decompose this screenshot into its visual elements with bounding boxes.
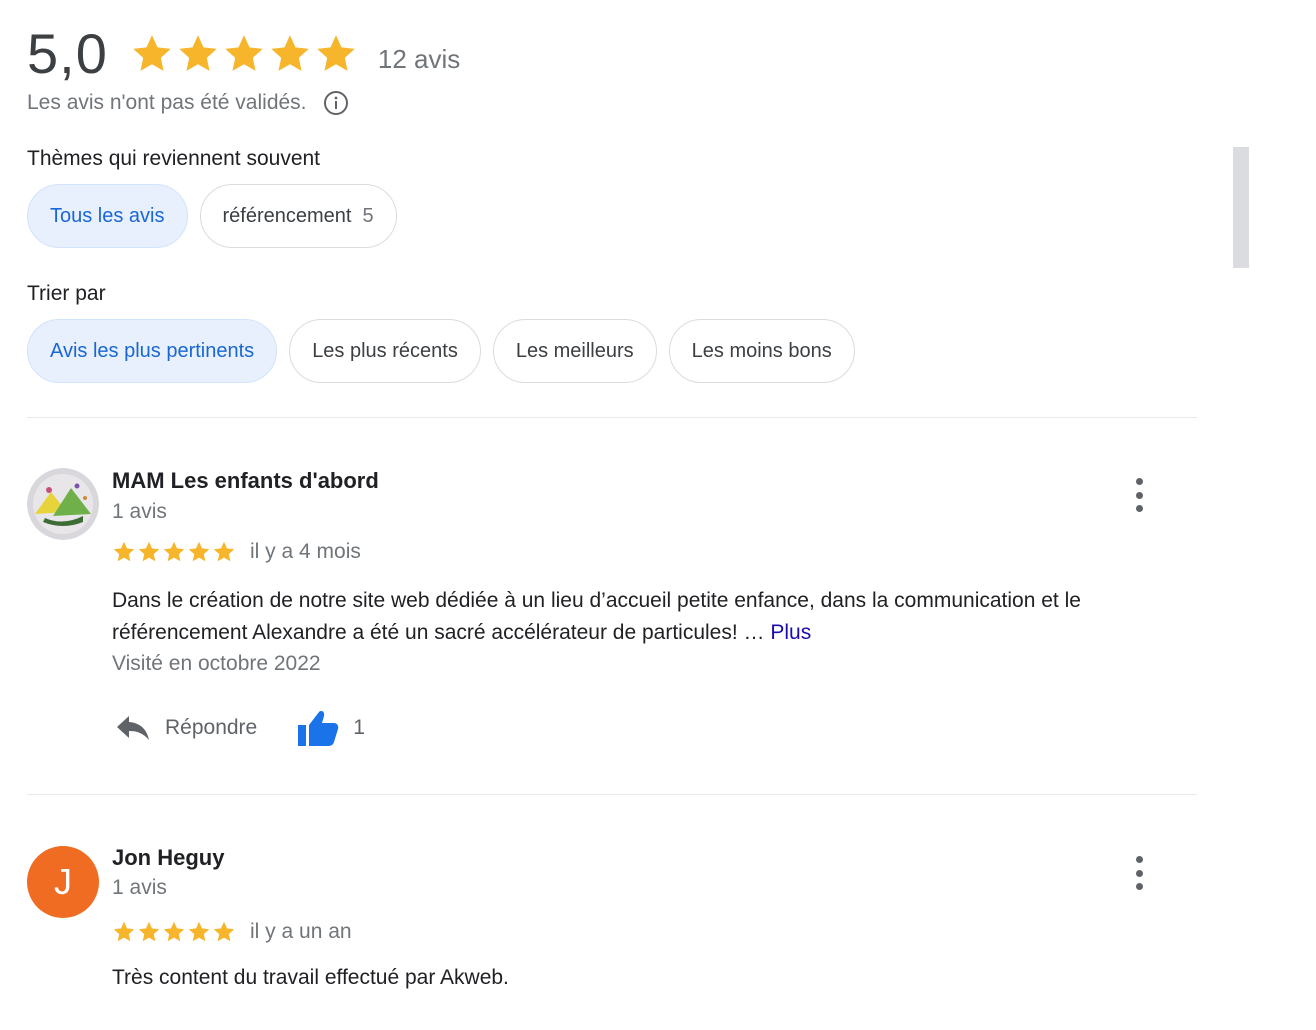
star-icon xyxy=(271,35,309,71)
avatar[interactable] xyxy=(27,468,99,540)
chip-label: Les plus récents xyxy=(312,339,458,362)
star-icon xyxy=(179,35,217,71)
star-icon xyxy=(188,921,210,942)
star-icon xyxy=(113,921,135,942)
reply-label: Répondre xyxy=(165,716,258,739)
review-text: Dans le création de notre site web dédié… xyxy=(112,585,1202,649)
review-stars xyxy=(112,920,236,944)
topic-chip-all[interactable]: Tous les avis xyxy=(27,184,188,248)
star-icon xyxy=(138,921,160,942)
review-body: Dans le création de notre site web dédié… xyxy=(112,589,1081,644)
reviewer-review-count: 1 avis xyxy=(112,876,167,899)
sort-chips: Avis les plus pertinents Les plus récent… xyxy=(27,319,855,383)
topic-chips: Tous les avis référencement 5 xyxy=(27,184,397,248)
review-date: il y a 4 mois xyxy=(250,540,361,563)
reviewer-name[interactable]: MAM Les enfants d'abord xyxy=(112,468,379,494)
star-icon xyxy=(213,541,235,562)
reply-icon xyxy=(117,716,149,740)
rating-value: 5,0 xyxy=(27,22,108,85)
chip-label: Tous les avis xyxy=(50,204,165,227)
review-body: Très content du travail effectué par Akw… xyxy=(112,966,509,989)
divider xyxy=(27,794,1197,795)
sort-chip-highest[interactable]: Les meilleurs xyxy=(492,319,657,383)
chip-count: 5 xyxy=(362,204,374,227)
divider xyxy=(27,417,1197,418)
topics-title: Thèmes qui reviennent souvent xyxy=(27,147,321,170)
like-count: 1 xyxy=(353,716,365,739)
thumbs-up-icon xyxy=(298,711,339,746)
chip-label: référencement xyxy=(222,204,352,227)
reviewer-review-count: 1 avis xyxy=(112,500,167,523)
star-icon xyxy=(163,541,185,562)
avatar[interactable]: J xyxy=(27,846,99,918)
scrollbar-thumb[interactable] xyxy=(1233,147,1249,268)
review-item: MAM Les enfants d'abord 1 avis il y a 4 … xyxy=(27,468,1197,768)
sort-chip-relevant[interactable]: Avis les plus pertinents xyxy=(27,319,278,383)
review-stars xyxy=(112,540,236,564)
sort-title: Trier par xyxy=(27,282,106,305)
review-item: J Jon Heguy 1 avis il y a un an Très con… xyxy=(27,845,1197,1030)
visited-date: Visité en octobre 2022 xyxy=(112,652,321,675)
review-count: 12 avis xyxy=(377,43,461,74)
star-icon xyxy=(133,35,171,71)
star-icon xyxy=(138,541,160,562)
review-date: il y a un an xyxy=(250,920,352,943)
review-rating: il y a 4 mois xyxy=(112,540,361,564)
info-icon[interactable] xyxy=(323,90,349,116)
sort-chip-newest[interactable]: Les plus récents xyxy=(289,319,481,383)
review-actions: Répondre 1 xyxy=(115,708,365,748)
reviewer-name[interactable]: Jon Heguy xyxy=(112,845,224,871)
chip-label: Avis les plus pertinents xyxy=(50,339,255,362)
star-icon xyxy=(163,921,185,942)
topic-chip-referencement[interactable]: référencement 5 xyxy=(199,184,397,248)
review-text: Très content du travail effectué par Akw… xyxy=(112,962,1202,994)
star-icon xyxy=(225,35,263,71)
rating-stars xyxy=(130,32,358,76)
more-vert-icon[interactable] xyxy=(1127,478,1151,512)
rating-summary: 5,0 12 avis Les avis n'ont pas été valid… xyxy=(27,22,460,116)
more-vert-icon[interactable] xyxy=(1127,856,1151,890)
more-link[interactable]: Plus xyxy=(770,621,811,644)
star-icon xyxy=(213,921,235,942)
star-icon xyxy=(188,541,210,562)
star-icon xyxy=(317,35,355,71)
unverified-note: Les avis n'ont pas été validés. xyxy=(27,91,307,114)
like-button[interactable]: 1 xyxy=(297,708,365,748)
avatar-initial: J xyxy=(54,861,72,902)
chip-label: Les moins bons xyxy=(691,339,832,362)
review-rating: il y a un an xyxy=(112,920,352,944)
reply-button[interactable]: Répondre xyxy=(115,712,257,744)
sort-chip-lowest[interactable]: Les moins bons xyxy=(668,319,855,383)
chip-label: Les meilleurs xyxy=(515,339,634,362)
star-icon xyxy=(113,541,135,562)
